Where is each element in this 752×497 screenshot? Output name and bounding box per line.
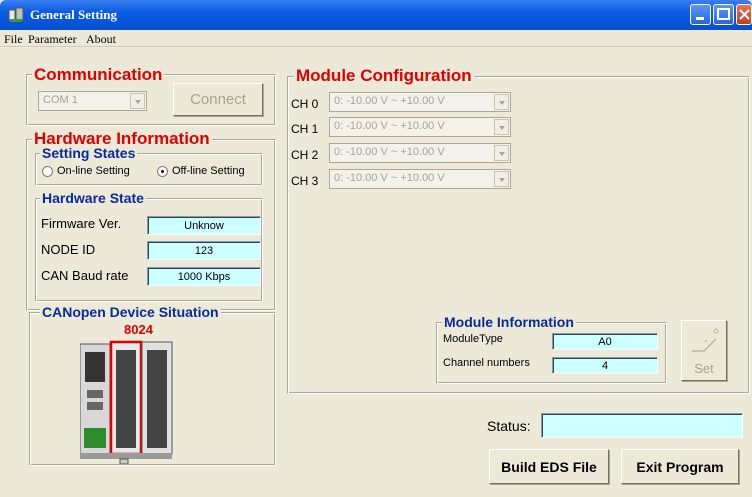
close-icon bbox=[739, 9, 750, 20]
menu-bar: File Parameter About bbox=[0, 30, 752, 47]
ch2-range-select[interactable]: 0: -10.00 V ~ +10.00 V bbox=[329, 143, 511, 163]
switch-icon bbox=[692, 328, 719, 352]
setting-states-title: Setting States bbox=[40, 145, 138, 161]
node-id-label: NODE ID bbox=[41, 242, 96, 257]
maximize-button[interactable] bbox=[713, 4, 734, 25]
ch3-label: CH 3 bbox=[291, 174, 319, 188]
menu-file[interactable]: File bbox=[4, 32, 23, 47]
chevron-down-icon bbox=[494, 119, 509, 135]
offline-setting-label: Off-line Setting bbox=[172, 165, 245, 177]
ch0-range-select[interactable]: 0: -10.00 V ~ +10.00 V bbox=[329, 92, 511, 112]
chevron-down-icon bbox=[130, 93, 145, 109]
minimize-button[interactable] bbox=[690, 4, 711, 25]
channel-numbers-label: Channel numbers bbox=[443, 357, 530, 369]
ch3-range-select[interactable]: 0: -10.00 V ~ +10.00 V bbox=[329, 169, 511, 189]
node-id-value: 123 bbox=[147, 241, 261, 260]
com-port-select[interactable]: COM 1 bbox=[38, 91, 147, 111]
connect-button[interactable]: Connect bbox=[173, 83, 263, 116]
ch3-range-value: 0: -10.00 V ~ +10.00 V bbox=[334, 172, 445, 184]
set-button[interactable]: Set bbox=[681, 320, 727, 381]
device-image bbox=[80, 340, 173, 464]
communication-title: Communication bbox=[32, 65, 165, 84]
module-info-frame bbox=[436, 322, 667, 384]
online-setting-radio[interactable] bbox=[42, 166, 53, 177]
module-config-title: Module Configuration bbox=[294, 66, 474, 85]
title-bar: General Setting bbox=[0, 0, 752, 30]
firmware-label: Firmware Ver. bbox=[41, 216, 122, 231]
module-type-label: ModuleType bbox=[443, 333, 503, 345]
chevron-down-icon bbox=[494, 145, 509, 161]
ch1-range-value: 0: -10.00 V ~ +10.00 V bbox=[334, 120, 445, 132]
offline-setting-radio[interactable] bbox=[157, 166, 168, 177]
device-situation-title: CANopen Device Situation bbox=[40, 304, 221, 320]
device-model-label: 8024 bbox=[124, 322, 153, 337]
status-field bbox=[541, 413, 743, 438]
online-setting-label: On-line Setting bbox=[57, 165, 130, 177]
set-button-label: Set bbox=[694, 361, 714, 376]
app-icon bbox=[8, 7, 24, 22]
minimize-icon bbox=[696, 17, 704, 20]
ch0-label: CH 0 bbox=[291, 97, 319, 111]
module-info-title: Module Information bbox=[442, 314, 576, 330]
ch2-range-value: 0: -10.00 V ~ +10.00 V bbox=[334, 146, 445, 158]
ch1-range-select[interactable]: 0: -10.00 V ~ +10.00 V bbox=[329, 117, 511, 137]
chevron-down-icon bbox=[494, 171, 509, 187]
firmware-value: Unknow bbox=[147, 216, 261, 235]
exit-program-button[interactable]: Exit Program bbox=[621, 449, 739, 484]
baud-rate-label: CAN Baud rate bbox=[41, 268, 129, 283]
com-port-value: COM 1 bbox=[43, 94, 78, 106]
window-title: General Setting bbox=[30, 7, 118, 22]
ch2-label: CH 2 bbox=[291, 148, 319, 162]
menu-about[interactable]: About bbox=[86, 32, 116, 47]
menu-parameter[interactable]: Parameter bbox=[28, 32, 77, 47]
status-label: Status: bbox=[487, 418, 531, 434]
close-button[interactable] bbox=[736, 4, 752, 25]
baud-rate-value: 1000 Kbps bbox=[147, 267, 261, 286]
ch0-range-value: 0: -10.00 V ~ +10.00 V bbox=[334, 95, 445, 107]
chevron-down-icon bbox=[494, 94, 509, 110]
maximize-icon bbox=[717, 8, 730, 20]
hardware-state-title: Hardware State bbox=[40, 190, 146, 206]
module-type-value: A0 bbox=[552, 333, 658, 350]
ch1-label: CH 1 bbox=[291, 122, 319, 136]
channel-numbers-value: 4 bbox=[552, 357, 658, 374]
build-eds-file-button[interactable]: Build EDS File bbox=[489, 449, 609, 484]
